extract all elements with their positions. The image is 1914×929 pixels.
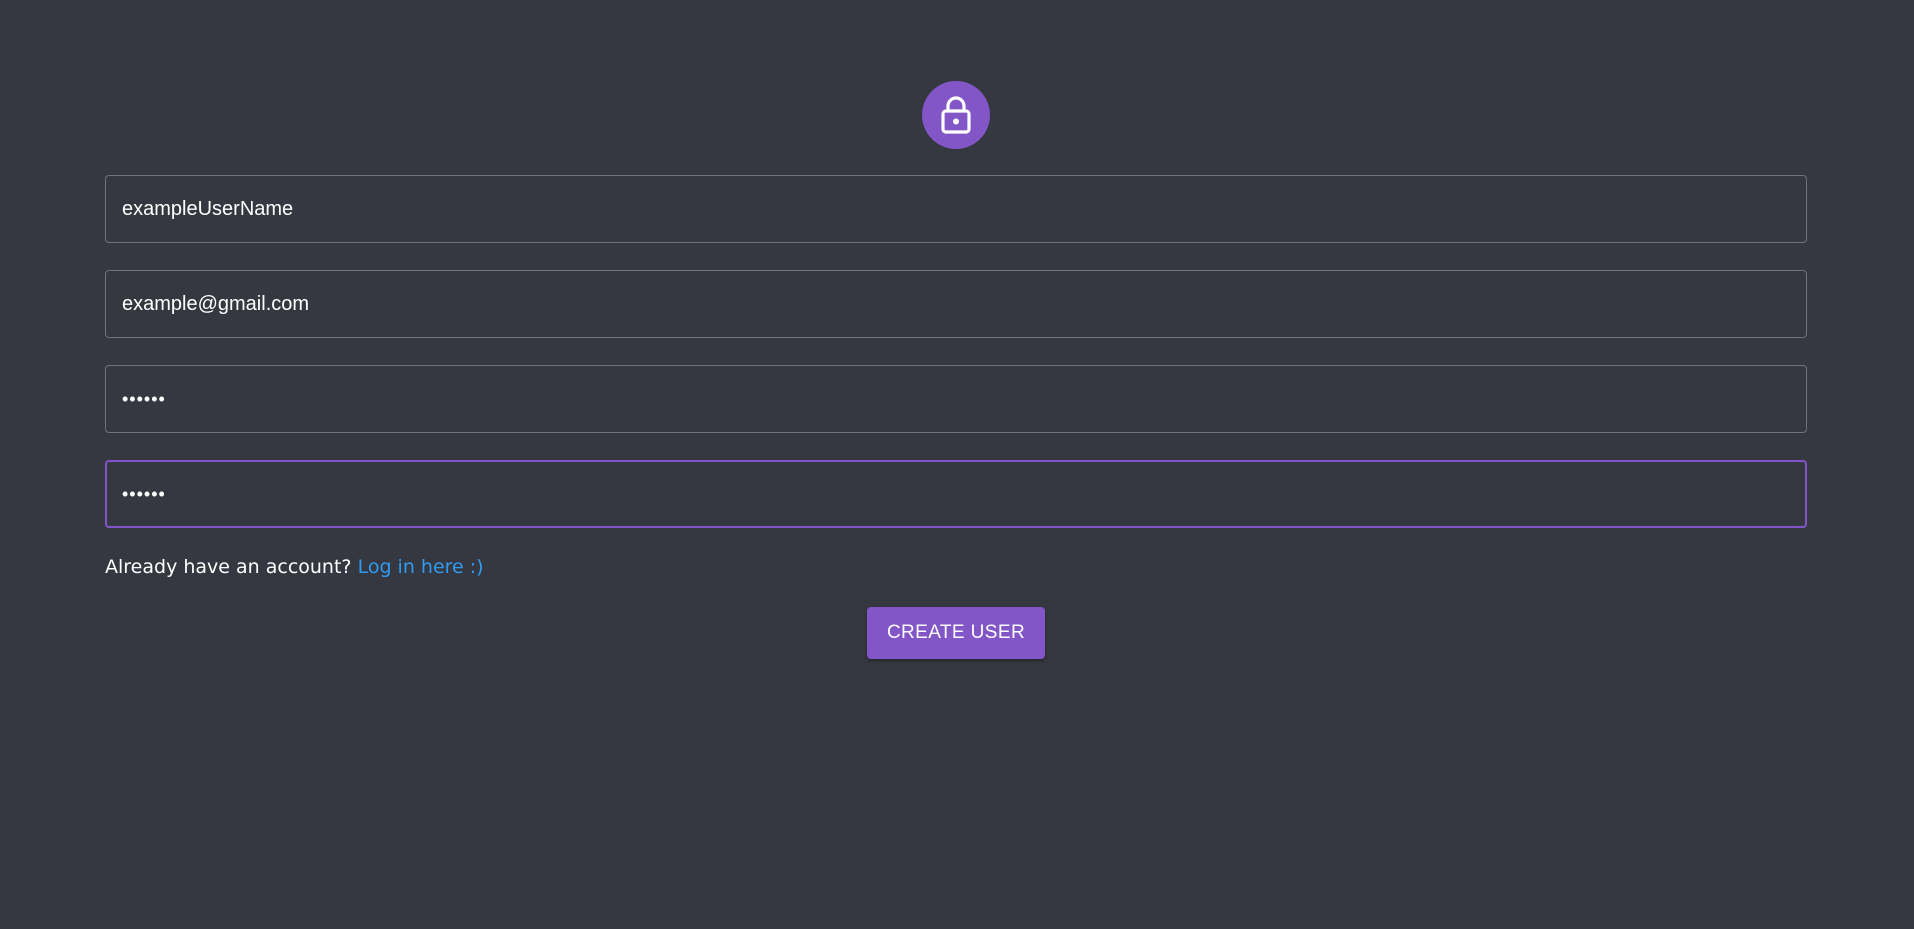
login-prompt: Already have an account? Log in here :) <box>105 556 484 578</box>
login-link[interactable]: Log in here :) <box>358 556 484 578</box>
signup-page: Already have an account? Log in here :) … <box>0 0 1914 929</box>
confirm-password-field[interactable] <box>105 460 1807 528</box>
email-field[interactable] <box>105 270 1807 338</box>
lock-avatar <box>922 81 990 149</box>
email-input[interactable] <box>122 292 1790 316</box>
username-input[interactable] <box>122 197 1790 221</box>
login-prompt-text: Already have an account? <box>105 556 352 578</box>
password-field[interactable] <box>105 365 1807 433</box>
username-field[interactable] <box>105 175 1807 243</box>
create-user-button[interactable]: CREATE USER <box>867 607 1045 659</box>
password-input[interactable] <box>122 388 1790 410</box>
lock-icon <box>938 95 974 135</box>
confirm-password-input[interactable] <box>122 483 1790 505</box>
